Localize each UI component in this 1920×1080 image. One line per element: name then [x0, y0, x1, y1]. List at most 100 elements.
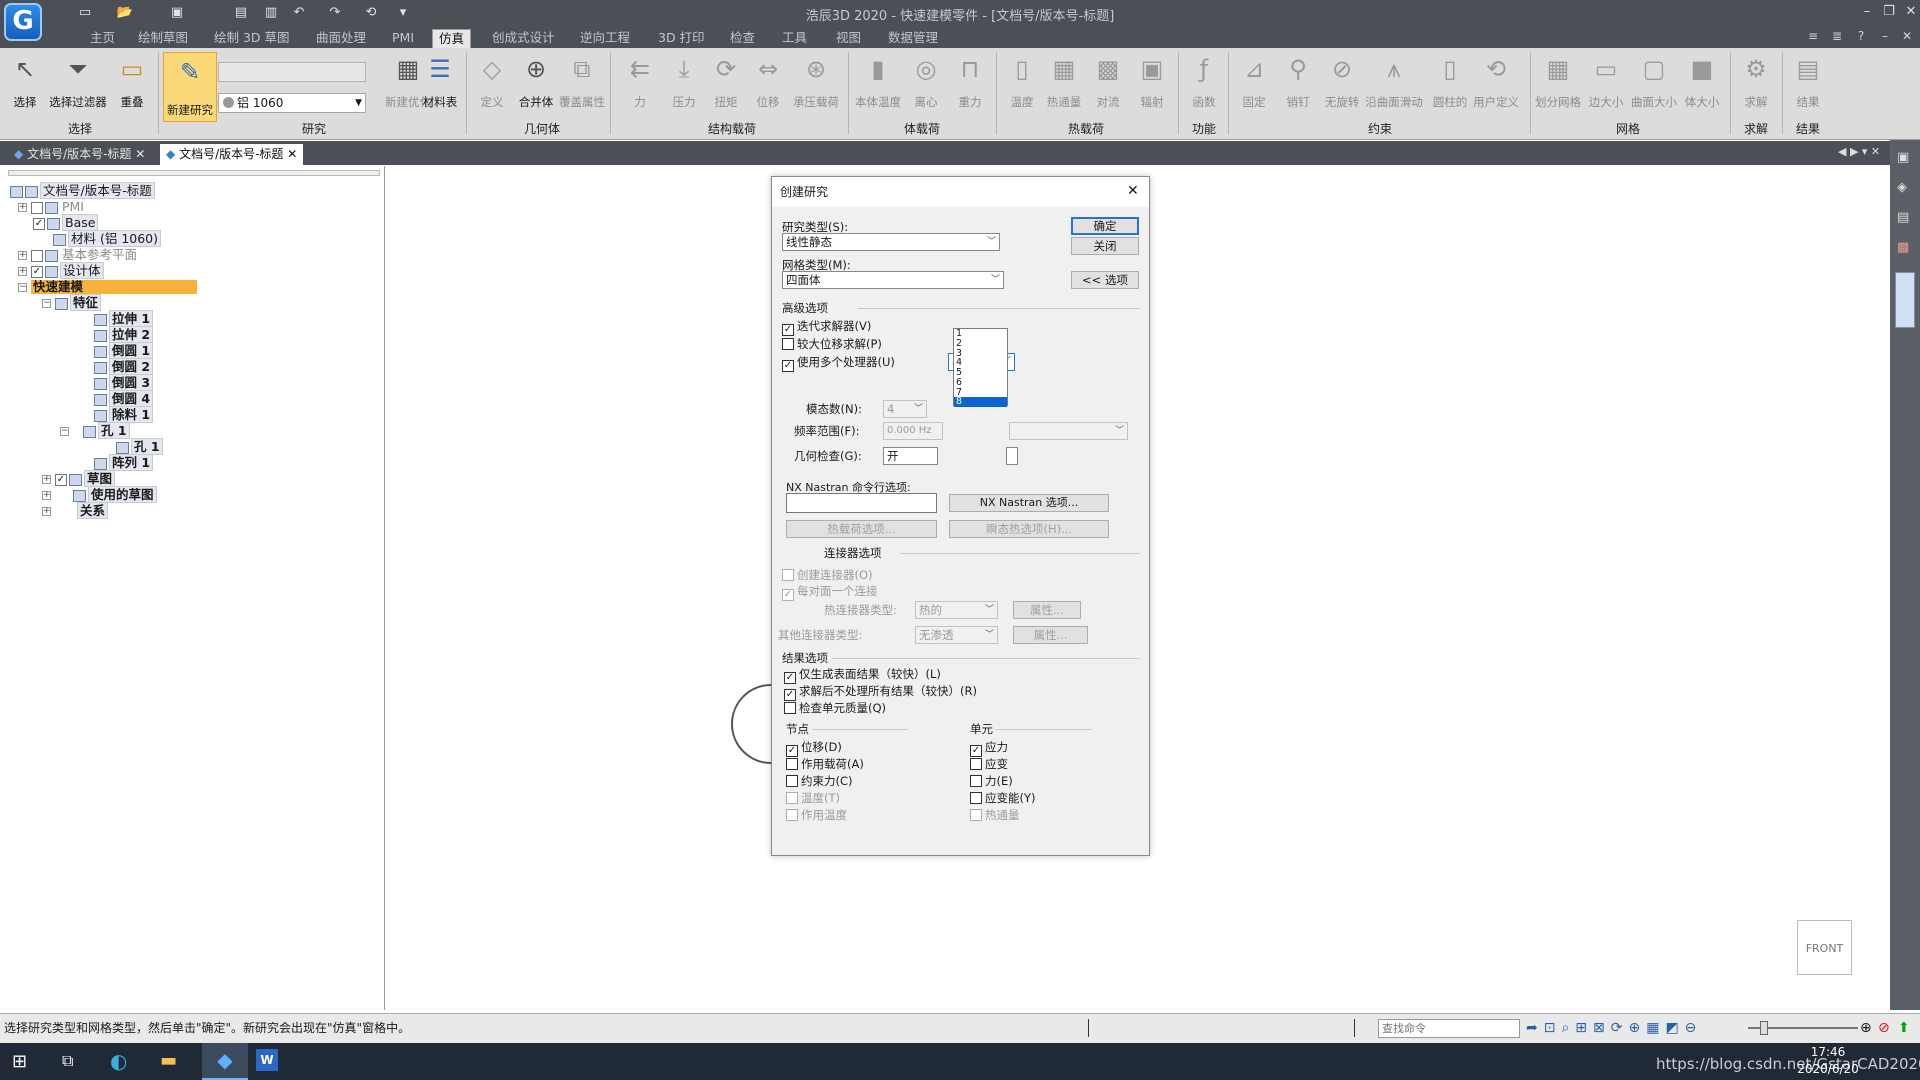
radiation-button[interactable]: ▣ 辐射 [1130, 54, 1174, 116]
tree-feature-item[interactable]: 拉伸 2 [94, 326, 154, 343]
geometry-check-arrow[interactable] [1006, 447, 1018, 465]
command-search-input[interactable] [1378, 1019, 1520, 1038]
tree-base[interactable]: ✓ Base [33, 214, 99, 231]
close-button[interactable]: 关闭 [1071, 237, 1139, 255]
expand-icon[interactable]: + [18, 251, 27, 260]
checkbox[interactable] [786, 775, 798, 787]
slide-along-surface-button[interactable]: ⩚ 沿曲面滑动 [1365, 54, 1423, 116]
other-attr-button[interactable]: 属性... [1013, 626, 1088, 644]
checkbox[interactable] [786, 792, 798, 804]
tab-generative[interactable]: 创成式设计 [486, 29, 561, 48]
checkbox[interactable] [782, 338, 794, 350]
checkbox[interactable] [782, 569, 794, 581]
element-stress-checkbox[interactable]: ✓ 应力 [970, 739, 1008, 757]
checkbox-checked[interactable]: ✓ [782, 324, 794, 336]
gravity-button[interactable]: ⊓ 重力 [948, 54, 992, 116]
tree-relations[interactable]: + 关系 [42, 502, 108, 519]
study-type-select[interactable]: 线性静态 ﹀ [782, 233, 1000, 251]
select-button[interactable]: ↖ 选择 [3, 54, 47, 116]
tree-feature-item[interactable]: 倒圆 3 [94, 374, 154, 391]
tree-used-sketch[interactable]: + 使用的草图 [42, 486, 157, 503]
edge-browser-icon[interactable]: ◐ [110, 1049, 127, 1073]
override-properties-button[interactable]: ⧉ 覆盖属性 [559, 54, 605, 116]
tab-simulation[interactable]: 仿真 [432, 29, 472, 48]
file-explorer-icon[interactable]: ▬ [160, 1050, 177, 1071]
expand-icon[interactable]: + [42, 475, 51, 484]
tree-feature-item[interactable]: 倒圆 4 [94, 390, 154, 407]
large-displacement-checkbox[interactable]: 较大位移求解(P) [782, 336, 882, 352]
visibility-checkbox[interactable] [30, 201, 43, 214]
panes-icon[interactable]: ≣ [1828, 29, 1846, 45]
collapse-icon[interactable]: − [18, 283, 27, 292]
zoom-in-icon[interactable]: ⊕ [1860, 1014, 1872, 1042]
display-icon[interactable]: ▤ [1897, 210, 1909, 225]
dropdown-option-selected[interactable]: 8 [954, 397, 1007, 407]
element-force-checkbox[interactable]: 力(E) [970, 773, 1013, 789]
thermal-load-options-button[interactable]: 热载荷选项... [786, 520, 937, 538]
clock-date[interactable]: 2020/6/20 [1790, 1062, 1866, 1076]
solve-button[interactable]: ⚙ 求解 [1734, 54, 1778, 116]
tree-feature-item[interactable]: 拉伸 1 [94, 310, 154, 327]
node-applied-temp-checkbox[interactable]: 作用温度 [786, 807, 847, 823]
upload-icon[interactable]: ⬆ [1898, 1014, 1910, 1042]
tree-material[interactable]: 材料 (铝 1060) [53, 230, 162, 247]
expand-icon[interactable]: + [18, 203, 27, 212]
app-logo[interactable]: G [4, 3, 42, 41]
checkbox[interactable] [970, 792, 982, 804]
results-button[interactable]: ▤ 结果 [1786, 54, 1830, 116]
collapse-icon[interactable]: − [42, 299, 51, 308]
body-size-button[interactable]: ■ 体大小 [1680, 54, 1724, 116]
overlap-button[interactable]: ▭ 重叠 [110, 54, 154, 116]
tree-pattern[interactable]: 阵列 1 [94, 454, 154, 471]
iterative-solver-checkbox[interactable]: ✓ 迭代求解器(V) [782, 318, 871, 336]
tab-3d-sketch[interactable]: 绘制 3D 草图 [208, 29, 296, 48]
tree-root[interactable]: 文档号/版本号-标题 [10, 182, 155, 199]
tab-scroll-icon[interactable]: ◀ ▶ ▾ ✕ [1838, 145, 1880, 158]
transient-thermal-options-button[interactable]: 瞬态热选项(H)... [949, 520, 1109, 538]
tab-reverse[interactable]: 逆向工程 [574, 29, 636, 48]
node-applied-load-checkbox[interactable]: 作用载荷(A) [786, 756, 864, 772]
tree-sketch[interactable]: + ✓ 草图 [42, 470, 115, 487]
collapse-icon[interactable]: − [60, 427, 69, 436]
element-quality-checkbox[interactable]: 检查单元质量(Q) [784, 700, 886, 716]
visibility-checkbox[interactable] [30, 249, 43, 262]
tab-view[interactable]: 视图 [830, 29, 867, 48]
tab-3d-print[interactable]: 3D 打印 [652, 29, 711, 48]
mesh-type-select[interactable]: 四面体 ﹀ [782, 271, 1004, 289]
tree-hole-group[interactable]: − 孔 1 [60, 422, 130, 439]
nastran-cmd-input[interactable] [786, 493, 937, 513]
tab-sketch[interactable]: 绘制草图 [132, 29, 194, 48]
expand-icon[interactable]: + [18, 267, 27, 276]
study-selector-combo[interactable] [218, 62, 366, 82]
tree-quick-model[interactable]: − 快速建模 [18, 280, 197, 295]
tree-design-body[interactable]: + ✓ 设计体 [18, 262, 104, 279]
tree-hole[interactable]: 孔 1 [116, 438, 163, 455]
tab-pmi[interactable]: PMI [386, 29, 420, 48]
color-icon[interactable]: ▩ [1897, 240, 1909, 255]
visibility-checkbox[interactable]: ✓ [33, 217, 45, 230]
restore-icon[interactable]: ❐ [1880, 3, 1898, 21]
tab-data-management[interactable]: 数据管理 [882, 29, 944, 48]
dialog-close-icon[interactable]: ✕ [1127, 183, 1139, 199]
tree-pmi[interactable]: + PMI [18, 200, 86, 215]
node-temperature-checkbox[interactable]: 温度(T) [786, 790, 840, 806]
geometry-check-select[interactable]: 开 [883, 447, 938, 465]
options-toggle-button[interactable]: << 选项 [1071, 271, 1139, 289]
visibility-checkbox[interactable]: ✓ [54, 473, 67, 486]
checkbox-checked[interactable]: ✓ [782, 589, 794, 601]
checkbox[interactable] [970, 758, 982, 770]
task-view-icon[interactable]: ⧉ [62, 1051, 73, 1071]
element-strain-checkbox[interactable]: 应变 [970, 756, 1008, 772]
multi-processor-checkbox[interactable]: ✓ 使用多个处理器(U) [782, 354, 895, 372]
other-connector-select[interactable]: 无渗透 ﹀ [915, 626, 998, 644]
expand-icon[interactable]: + [42, 507, 51, 516]
view-tools-icons[interactable]: ➦⊡⌕⊞⊠⟳⊕▦◩⊖ [1526, 1014, 1702, 1042]
checkbox[interactable] [786, 809, 798, 821]
view-cube[interactable]: FRONT [1797, 920, 1852, 975]
material-combo[interactable]: 铝 1060 ▼ [218, 93, 366, 113]
clock-time[interactable]: 17:46 [1798, 1045, 1858, 1059]
one-per-face-checkbox[interactable]: ✓ 每对面一个连接 [782, 583, 878, 601]
user-defined-button[interactable]: ⟲ 用户定义 [1473, 54, 1519, 116]
create-connector-checkbox[interactable]: 创建连接器(O) [782, 567, 873, 583]
simulation-pane-tab[interactable] [1895, 272, 1915, 328]
